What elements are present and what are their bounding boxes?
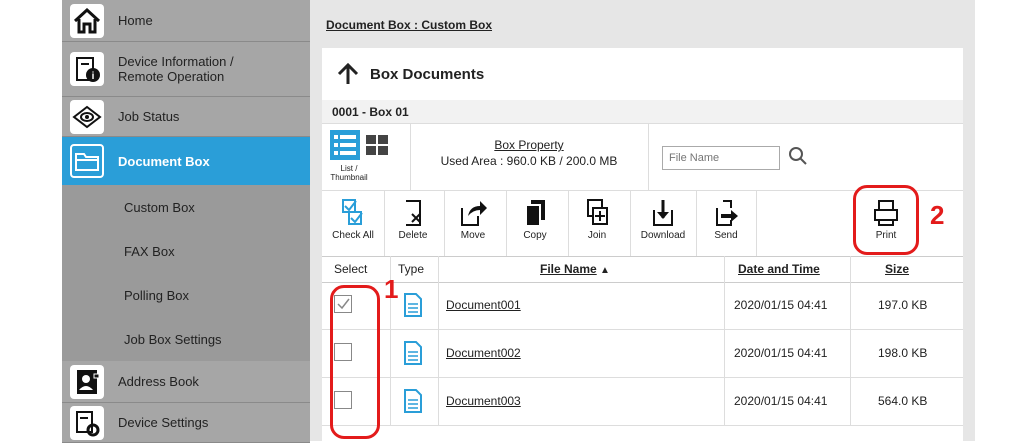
- column-header-date[interactable]: Date and Time: [738, 262, 820, 276]
- check-all-icon: [342, 199, 363, 225]
- used-area-text: Used Area : 960.0 KB / 200.0 MB: [440, 154, 618, 168]
- column-header-select: Select: [334, 262, 368, 276]
- device-settings-icon: [70, 405, 104, 440]
- check-all-button[interactable]: Check All: [326, 190, 380, 256]
- sidebar-item-device-information[interactable]: i Device Information / Remote Operation: [62, 42, 310, 97]
- column-header-file-name[interactable]: File Name ▲: [540, 262, 610, 276]
- table-row: Document001 2020/01/15 04:41 197.0 KB: [322, 282, 963, 330]
- list-view-icon: [330, 130, 388, 160]
- download-button[interactable]: Download: [630, 190, 696, 256]
- download-label: Download: [640, 230, 686, 241]
- sidebar-item-home[interactable]: Home: [62, 0, 310, 42]
- sidebar-item-device-settings[interactable]: Device Settings: [62, 403, 310, 443]
- sidebar-item-job-box-settings[interactable]: Job Box Settings: [62, 317, 310, 361]
- column-header-size[interactable]: Size: [885, 262, 909, 276]
- document-icon: [404, 293, 422, 320]
- breadcrumb[interactable]: Document Box : Custom Box: [326, 18, 492, 32]
- table-header: Select Type File Name ▲ Date and Time Si…: [322, 256, 963, 283]
- panel-title: Box Documents: [370, 66, 485, 83]
- sidebar-item-job-status[interactable]: Job Status: [62, 97, 310, 137]
- delete-label: Delete: [398, 230, 428, 241]
- view-toggle[interactable]: List / Thumbnail: [322, 124, 410, 190]
- document-icon: [404, 389, 422, 416]
- delete-button[interactable]: Delete: [386, 190, 440, 256]
- search-icon[interactable]: [788, 146, 808, 171]
- copy-button[interactable]: Copy: [508, 190, 562, 256]
- box-name: 0001 - Box 01: [322, 100, 963, 124]
- table-row: Document002 2020/01/15 04:41 198.0 KB: [322, 330, 963, 378]
- address-book-icon: [70, 364, 104, 399]
- file-name-header-label: File Name: [540, 262, 597, 276]
- column-header-type: Type: [398, 262, 425, 276]
- sidebar-item-fax-box[interactable]: FAX Box: [62, 229, 310, 273]
- send-icon: [716, 200, 738, 226]
- table-row: Document003 2020/01/15 04:41 564.0 KB: [322, 378, 963, 426]
- property-bar: List / Thumbnail Box Property Used Area …: [322, 124, 963, 191]
- sidebar-item-label: Job Status: [118, 109, 180, 124]
- folder-icon: [70, 144, 104, 178]
- home-icon: [70, 3, 104, 38]
- file-name-search-input[interactable]: [662, 146, 780, 170]
- date-cell: 2020/01/15 04:41: [734, 394, 828, 408]
- file-name-link[interactable]: Document001: [446, 298, 521, 312]
- send-label: Send: [714, 230, 738, 241]
- join-icon: [587, 199, 608, 225]
- sidebar-item-label: Address Book: [118, 374, 199, 389]
- file-name-link[interactable]: Document002: [446, 346, 521, 360]
- date-cell: 2020/01/15 04:41: [734, 298, 828, 312]
- device-info-icon: i: [70, 52, 104, 86]
- send-button[interactable]: Send: [698, 190, 754, 256]
- sidebar-item-label: Device Settings: [118, 415, 209, 430]
- move-label: Move: [460, 230, 486, 241]
- sidebar-item-custom-box[interactable]: Custom Box: [62, 185, 310, 229]
- sidebar-item-label: Document Box: [118, 153, 210, 169]
- callout-highlight-print: [853, 185, 919, 255]
- sidebar-item-label: FAX Box: [124, 243, 175, 259]
- box-property-link[interactable]: Box Property: [410, 138, 648, 152]
- copy-label: Copy: [523, 230, 547, 241]
- sidebar-item-label: Polling Box: [124, 287, 190, 303]
- sidebar-item-label: Custom Box: [124, 199, 195, 215]
- view-toggle-label: List / Thumbnail: [330, 164, 368, 182]
- move-icon: [461, 201, 487, 226]
- download-icon: [653, 200, 673, 226]
- arrow-up-icon[interactable]: [336, 62, 360, 91]
- size-cell: 197.0 KB: [878, 298, 928, 312]
- size-cell: 198.0 KB: [878, 346, 928, 360]
- sidebar-item-label: Job Box Settings: [124, 331, 222, 347]
- sidebar: Home i Device Information / Remote Opera…: [62, 0, 310, 443]
- eye-icon: [70, 99, 104, 134]
- date-cell: 2020/01/15 04:41: [734, 346, 828, 360]
- copy-icon: [525, 200, 545, 227]
- callout-number-2: 2: [930, 200, 945, 230]
- sidebar-item-label: Device Information / Remote Operation: [118, 54, 234, 84]
- document-icon: [404, 341, 422, 368]
- delete-icon: [406, 200, 421, 226]
- sidebar-item-address-book[interactable]: Address Book: [62, 361, 310, 403]
- sidebar-item-label: Home: [118, 13, 153, 28]
- join-button[interactable]: Join: [570, 190, 624, 256]
- callout-highlight-checkboxes: [330, 285, 380, 439]
- svg-text:i: i: [92, 71, 95, 82]
- box-property-section: Box Property Used Area : 960.0 KB / 200.…: [410, 138, 648, 168]
- size-cell: 564.0 KB: [878, 394, 928, 408]
- sidebar-item-document-box[interactable]: Document Box: [62, 137, 310, 185]
- check-all-label: Check All: [332, 230, 374, 241]
- panel-header: Box Documents: [322, 48, 963, 101]
- callout-number-1: 1: [384, 274, 399, 304]
- sort-ascending-icon: ▲: [600, 265, 610, 276]
- sidebar-item-polling-box[interactable]: Polling Box: [62, 273, 310, 317]
- move-button[interactable]: Move: [446, 190, 500, 256]
- file-name-link[interactable]: Document003: [446, 394, 521, 408]
- join-label: Join: [587, 230, 607, 241]
